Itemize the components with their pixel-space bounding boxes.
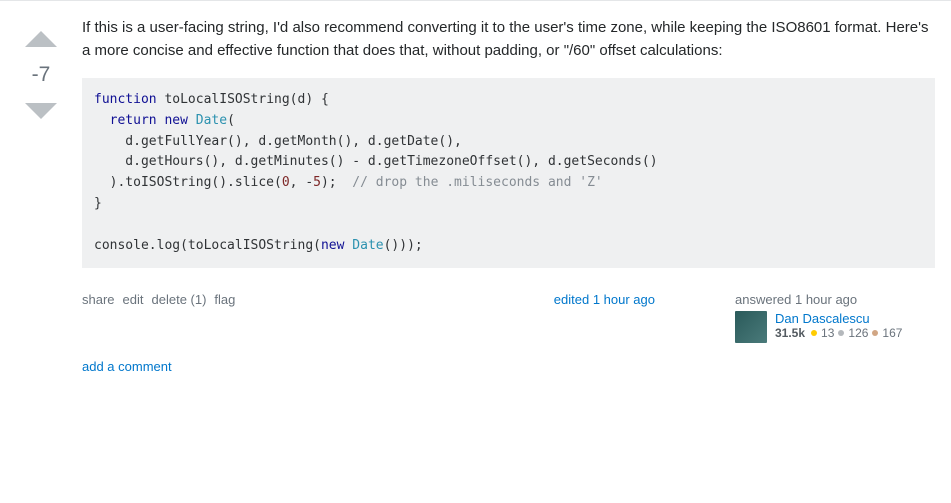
reputation-row: 31.5k 13 126 167 (775, 326, 902, 340)
gold-badge-count: 13 (821, 326, 834, 340)
code-block: function toLocalISOString(d) { return ne… (82, 78, 935, 268)
gold-badge-icon (811, 330, 817, 336)
upvote-button[interactable] (23, 21, 59, 57)
avatar[interactable] (735, 311, 767, 343)
vote-column: -7 (16, 17, 66, 390)
share-link[interactable]: share (82, 292, 115, 307)
silver-badge-icon (838, 330, 844, 336)
bronze-badge-icon (872, 330, 878, 336)
edited-link[interactable]: edited 1 hour ago (554, 292, 735, 307)
answer-body-text: If this is a user-facing string, I'd als… (82, 17, 935, 62)
post-actions-row: share edit delete (1) flag edited 1 hour… (82, 292, 935, 343)
answer: -7 If this is a user-facing string, I'd … (0, 0, 951, 390)
vote-score: -7 (32, 63, 51, 87)
delete-link[interactable]: delete (1) (152, 292, 207, 307)
silver-badge-count: 126 (848, 326, 868, 340)
user-card: answered 1 hour ago Dan Dascalescu 31.5k… (735, 292, 935, 343)
downvote-button[interactable] (23, 93, 59, 129)
username-link[interactable]: Dan Dascalescu (775, 311, 902, 326)
edit-link[interactable]: edit (123, 292, 144, 307)
flag-link[interactable]: flag (214, 292, 235, 307)
answered-time: answered 1 hour ago (735, 292, 935, 307)
reputation: 31.5k (775, 326, 805, 340)
bronze-badge-count: 167 (882, 326, 902, 340)
add-comment-link[interactable]: add a comment (82, 355, 935, 390)
answer-content: If this is a user-facing string, I'd als… (66, 17, 935, 390)
action-links: share edit delete (1) flag (82, 292, 235, 307)
